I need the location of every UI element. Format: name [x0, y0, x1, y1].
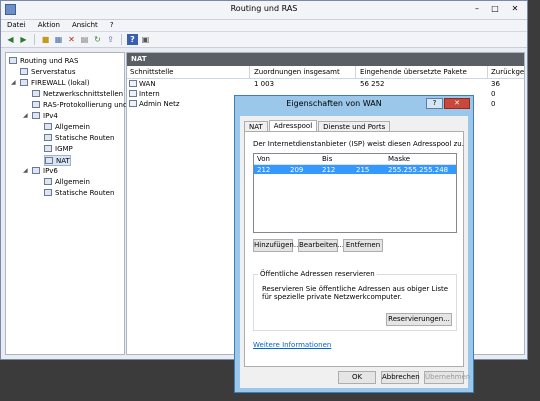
add-button[interactable]: Hinzufügen...	[253, 239, 301, 252]
maximize-button[interactable]: □	[487, 3, 503, 15]
column-divider[interactable]	[249, 66, 250, 78]
interface-icon	[129, 80, 137, 87]
log-icon	[32, 101, 40, 108]
pool-description: Der Internetdienstanbieter (ISP) weist d…	[253, 140, 464, 148]
list-column-header[interactable]: Von	[257, 155, 270, 163]
toolbar: ◀ ▶ ■ ▦ ✕ ▤ ↻ ⇪ ? ▣	[1, 32, 527, 48]
column-header[interactable]: Zurückgew	[491, 68, 524, 76]
protocol-icon	[32, 167, 40, 174]
tree-item-nat[interactable]: NAT	[44, 155, 71, 166]
remove-button[interactable]: Entfernen	[343, 239, 383, 252]
general-icon	[44, 178, 52, 185]
tree-item-igmp[interactable]: IGMP	[44, 144, 73, 153]
column-headers: Schnittstelle Zuordnungen insgesamt Eing…	[127, 66, 524, 79]
expand-arrow-icon[interactable]: ◢	[11, 79, 16, 86]
expand-arrow-icon[interactable]: ◢	[23, 167, 28, 174]
table-row[interactable]: WAN 1 003 56 252 36	[127, 79, 524, 89]
folder-up-icon[interactable]: ■	[40, 34, 51, 45]
group-title: Öffentliche Adressen reservieren	[258, 270, 377, 278]
tree-item-ipv6-allgemein[interactable]: Allgemein	[44, 177, 90, 186]
protocol-icon	[32, 112, 40, 119]
apply-button[interactable]: Übernehmen	[424, 371, 470, 384]
routes-icon	[44, 134, 52, 141]
tab-panel-adresspool: Der Internetdienstanbieter (ISP) weist d…	[244, 131, 464, 367]
group-text: Reservieren Sie öffentliche Adressen aus…	[262, 285, 449, 301]
tree-item-ras-protokollierung[interactable]: RAS-Protokollierung und	[32, 100, 127, 109]
back-icon[interactable]: ◀	[5, 34, 16, 45]
tree-item-ipv6-statische-routen[interactable]: Statische Routen	[44, 188, 114, 197]
column-header[interactable]: Schnittstelle	[130, 68, 174, 76]
dialog-body: NAT Adresspool Dienste und Ports Der Int…	[240, 116, 470, 388]
server-icon	[20, 79, 28, 86]
dialog-title: Eigenschaften von WAN	[286, 99, 382, 108]
refresh-icon[interactable]: ↻	[92, 34, 103, 45]
export-icon[interactable]: ⇪	[105, 34, 116, 45]
show-hide-icon[interactable]: ▣	[140, 34, 151, 45]
tree-item-firewall[interactable]: FIREWALL (lokal)	[20, 78, 90, 87]
column-header[interactable]: Zuordnungen insgesamt	[254, 68, 340, 76]
expand-arrow-icon[interactable]: ◢	[23, 112, 28, 119]
tree-item-ipv4-statische-routen[interactable]: Statische Routen	[44, 133, 114, 142]
ok-button[interactable]: OK	[338, 371, 376, 384]
server-status-icon	[20, 68, 28, 75]
column-header[interactable]: Eingehende übersetzte Pakete	[360, 68, 467, 76]
forward-icon[interactable]: ▶	[18, 34, 29, 45]
properties-icon[interactable]: ▤	[79, 34, 90, 45]
address-pool-list[interactable]: Von Bis Maske 212 209 212 215 255.255.25…	[253, 153, 457, 233]
menu-datei[interactable]: Datei	[7, 20, 26, 31]
menu-aktion[interactable]: Aktion	[38, 20, 60, 31]
tree-item-ipv4-allgemein[interactable]: Allgemein	[44, 122, 90, 131]
list-item[interactable]: 212 209 212 215 255.255.255.248	[254, 165, 456, 174]
tree-item-netzwerkschnittstellen[interactable]: Netzwerkschnittstellen	[32, 89, 123, 98]
cancel-button[interactable]: Abbrechen	[381, 371, 420, 384]
routes-icon	[44, 189, 52, 196]
edit-button[interactable]: Bearbeiten...	[298, 239, 344, 252]
tree-item-ipv6[interactable]: IPv6	[32, 166, 58, 175]
dialog-help-button[interactable]: ?	[426, 98, 443, 109]
column-divider[interactable]	[355, 66, 356, 78]
general-icon	[44, 123, 52, 130]
console-tree-icon[interactable]: ▦	[53, 34, 64, 45]
menu-help[interactable]: ?	[110, 20, 114, 31]
minimize-button[interactable]: –	[469, 3, 485, 15]
list-column-header[interactable]: Maske	[388, 155, 410, 163]
dialog-close-button[interactable]: ✕	[444, 98, 470, 109]
menu-ansicht[interactable]: Ansicht	[72, 20, 98, 31]
toolbar-separator	[34, 34, 35, 45]
tree-item-serverstatus[interactable]: Serverstatus	[20, 67, 75, 76]
column-divider[interactable]	[487, 66, 488, 78]
properties-dialog: Eigenschaften von WAN ? ✕ NAT Adresspool…	[234, 95, 474, 393]
toolbar-separator	[121, 34, 122, 45]
network-icon	[32, 90, 40, 97]
reservations-button[interactable]: Reservierungen...	[386, 313, 452, 326]
interface-icon	[129, 90, 137, 97]
pane-header: NAT	[127, 53, 524, 66]
list-header: Von Bis Maske	[254, 154, 456, 165]
interface-icon	[129, 100, 137, 107]
close-button[interactable]: ✕	[507, 3, 523, 15]
title-bar: Routing und RAS – □ ✕	[1, 1, 527, 20]
tree-item-ipv4[interactable]: IPv4	[32, 111, 58, 120]
tree-root[interactable]: Routing und RAS	[9, 56, 78, 65]
list-column-header[interactable]: Bis	[322, 155, 332, 163]
console-tree: Routing und RAS Serverstatus ◢ FIREWALL …	[5, 52, 127, 355]
reserve-addresses-group: Öffentliche Adressen reservieren Reservi…	[253, 270, 457, 331]
nat-icon	[45, 157, 53, 164]
routing-icon	[9, 57, 17, 64]
menu-bar: Datei Aktion Ansicht ?	[1, 20, 527, 32]
delete-icon[interactable]: ✕	[66, 34, 77, 45]
help-icon[interactable]: ?	[127, 34, 138, 45]
more-info-link[interactable]: Weitere Informationen	[253, 341, 331, 349]
window-title: Routing und RAS	[230, 4, 298, 13]
igmp-icon	[44, 145, 52, 152]
